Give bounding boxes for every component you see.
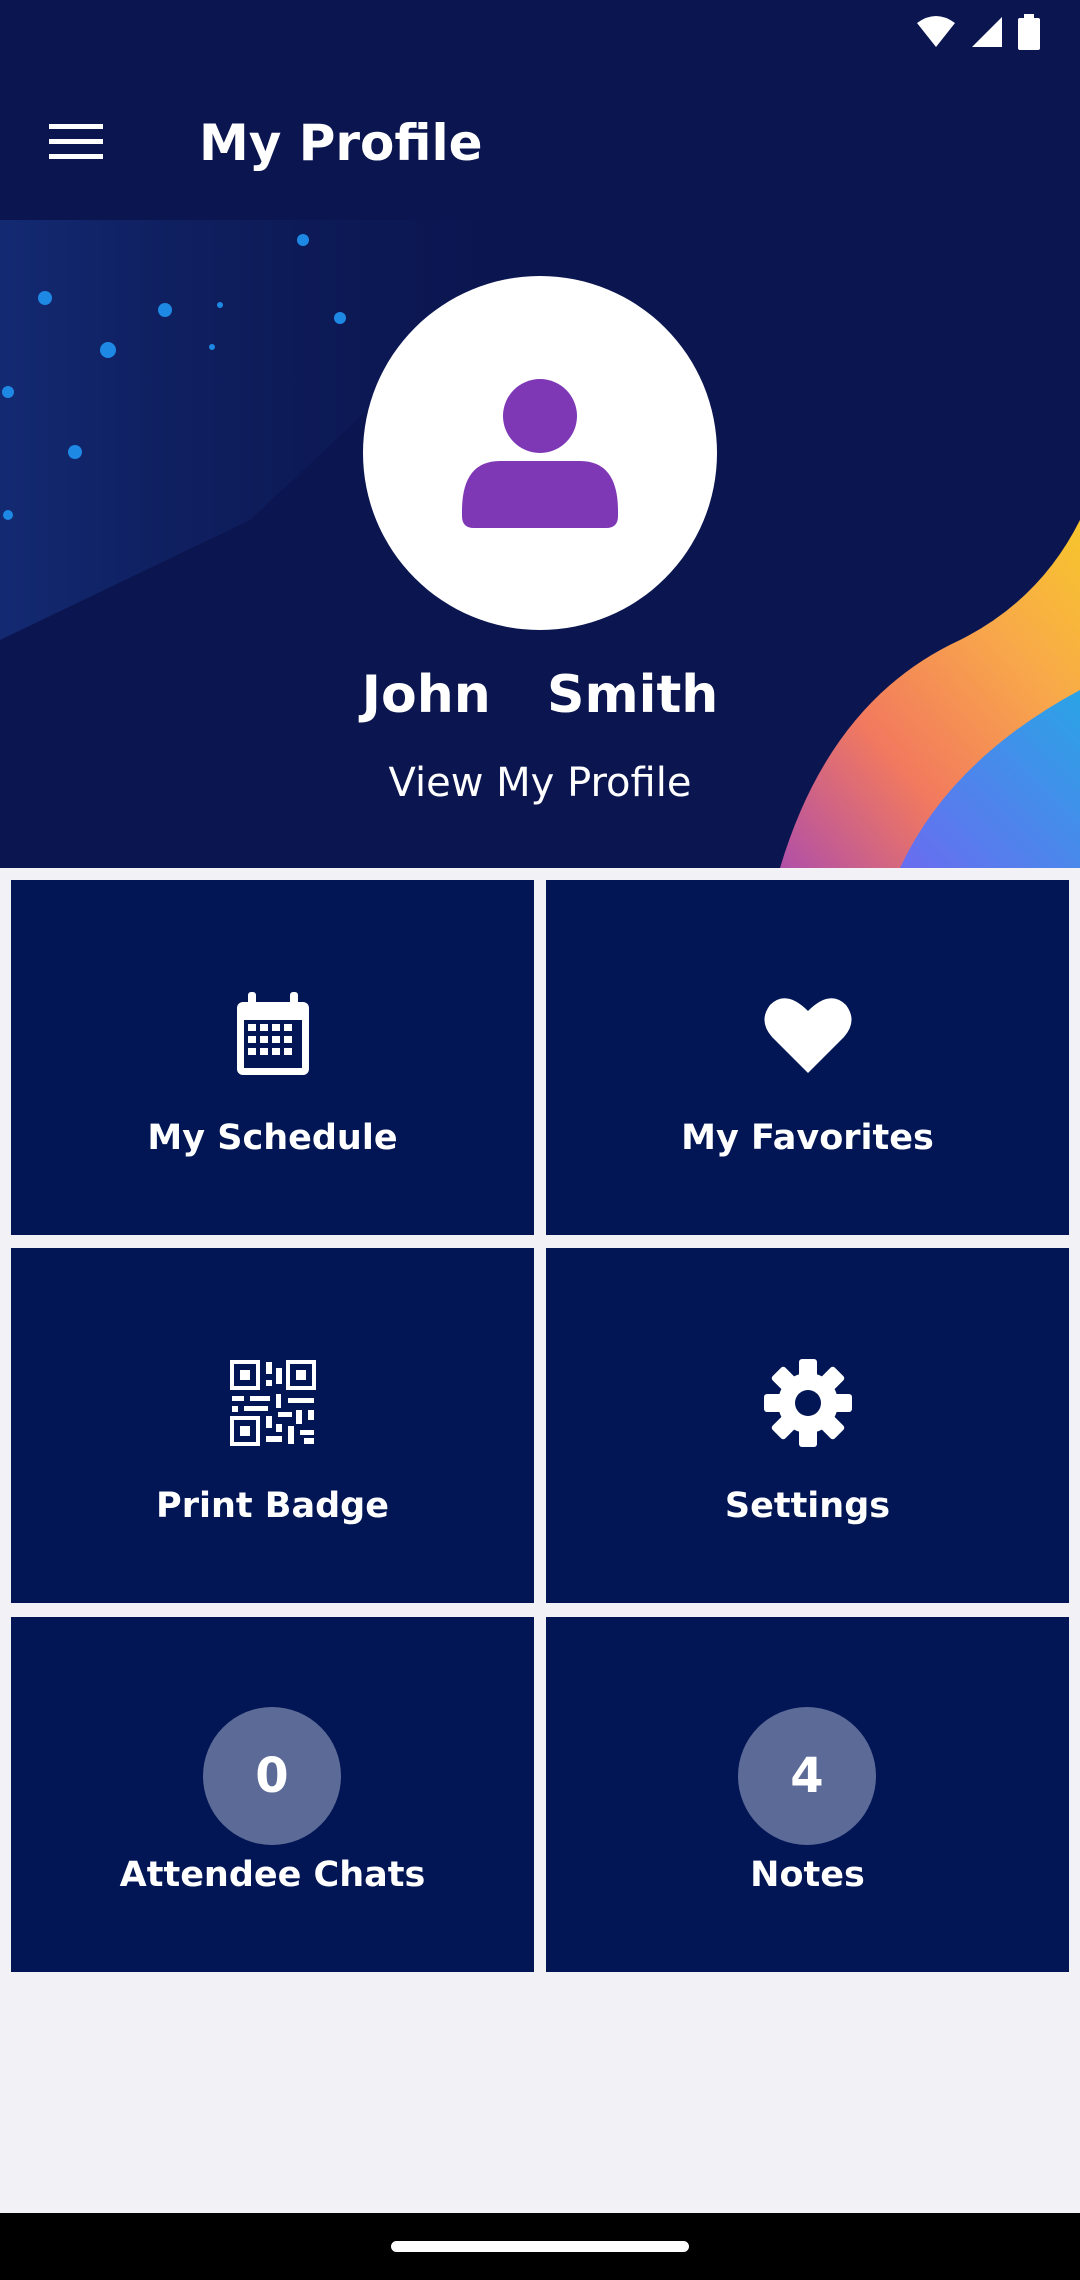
cellular-signal-icon bbox=[970, 15, 1004, 53]
page-title: My Profile bbox=[199, 114, 483, 172]
wifi-icon bbox=[916, 15, 956, 53]
attendee-chats-tile[interactable]: 0 Attendee Chats bbox=[11, 1617, 534, 1972]
view-profile-link[interactable]: View My Profile bbox=[340, 760, 740, 806]
notes-count-badge: 4 bbox=[738, 1707, 876, 1845]
attendee-chats-count-badge: 0 bbox=[203, 1707, 341, 1845]
print-badge-tile[interactable]: Print Badge bbox=[11, 1248, 534, 1603]
notes-tile[interactable]: 4 Notes bbox=[546, 1617, 1069, 1972]
calendar-icon bbox=[234, 992, 312, 1082]
app-bar: My Profile bbox=[0, 66, 1080, 220]
heart-icon bbox=[763, 995, 852, 1079]
battery-icon bbox=[1018, 14, 1040, 54]
hamburger-menu-icon bbox=[49, 122, 103, 164]
status-bar bbox=[0, 0, 1080, 66]
my-schedule-label: My Schedule bbox=[147, 1118, 398, 1158]
user-name: John Smith bbox=[361, 665, 719, 725]
my-favorites-label: My Favorites bbox=[681, 1118, 934, 1158]
settings-label: Settings bbox=[724, 1486, 891, 1526]
system-navigation-bar bbox=[0, 2213, 1080, 2280]
my-favorites-tile[interactable]: My Favorites bbox=[546, 880, 1069, 1235]
home-gesture-handle[interactable] bbox=[391, 2241, 689, 2252]
notes-label: Notes bbox=[750, 1855, 865, 1895]
status-icons bbox=[916, 14, 1040, 54]
person-icon bbox=[460, 371, 620, 535]
profile-header: John Smith View My Profile bbox=[0, 220, 1080, 868]
print-badge-label: Print Badge bbox=[156, 1486, 389, 1526]
avatar[interactable] bbox=[363, 276, 717, 630]
attendee-chats-label: Attendee Chats bbox=[119, 1855, 426, 1895]
menu-button[interactable] bbox=[38, 110, 114, 176]
settings-tile[interactable]: Settings bbox=[546, 1248, 1069, 1603]
gear-icon bbox=[763, 1358, 853, 1452]
qr-code-icon bbox=[229, 1360, 316, 1450]
my-schedule-tile[interactable]: My Schedule bbox=[11, 880, 534, 1235]
